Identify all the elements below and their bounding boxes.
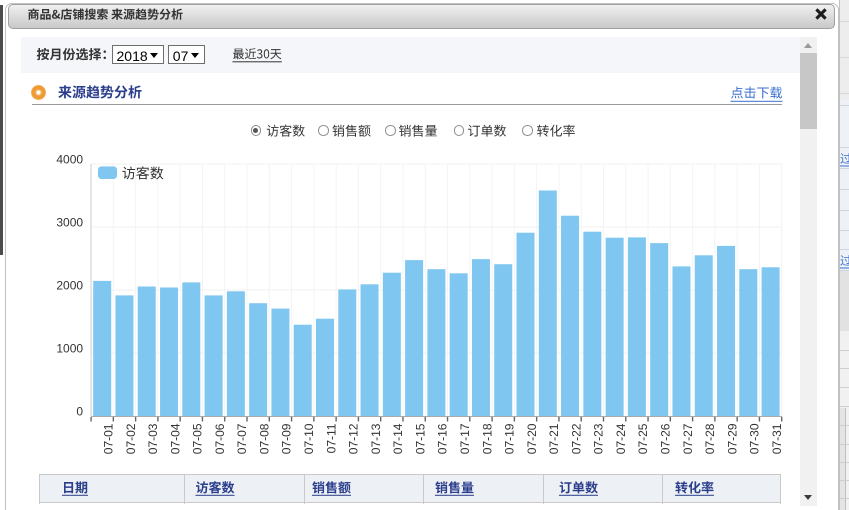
svg-text:07-12: 07-12 xyxy=(347,423,361,454)
svg-text:07-02: 07-02 xyxy=(124,423,138,454)
svg-text:07-24: 07-24 xyxy=(614,423,628,454)
svg-text:0: 0 xyxy=(76,404,83,418)
svg-text:07-26: 07-26 xyxy=(658,423,672,454)
svg-text:07-30: 07-30 xyxy=(748,423,762,454)
svg-text:07-18: 07-18 xyxy=(480,423,494,454)
svg-text:07-07: 07-07 xyxy=(235,423,249,454)
svg-text:07-10: 07-10 xyxy=(302,423,316,454)
svg-text:07-31: 07-31 xyxy=(770,423,784,454)
svg-text:3000: 3000 xyxy=(56,215,83,229)
svg-text:07-29: 07-29 xyxy=(725,423,739,454)
svg-text:4000: 4000 xyxy=(56,152,83,166)
svg-text:07-08: 07-08 xyxy=(257,423,271,454)
svg-text:07-23: 07-23 xyxy=(592,423,606,454)
svg-text:07-03: 07-03 xyxy=(146,423,160,454)
svg-text:07-04: 07-04 xyxy=(168,423,182,454)
svg-text:07-06: 07-06 xyxy=(213,423,227,454)
svg-text:07-16: 07-16 xyxy=(436,423,450,454)
svg-text:07-14: 07-14 xyxy=(391,423,405,454)
svg-text:07-13: 07-13 xyxy=(369,423,383,454)
svg-text:07-15: 07-15 xyxy=(413,423,427,454)
svg-text:07-20: 07-20 xyxy=(525,423,539,454)
svg-text:07-25: 07-25 xyxy=(636,423,650,454)
svg-text:2000: 2000 xyxy=(56,278,83,292)
svg-text:07-22: 07-22 xyxy=(569,423,583,454)
svg-text:1000: 1000 xyxy=(56,341,83,355)
svg-text:07-01: 07-01 xyxy=(101,423,115,454)
svg-text:07-21: 07-21 xyxy=(547,423,561,454)
svg-text:07-09: 07-09 xyxy=(280,423,294,454)
svg-text:07-19: 07-19 xyxy=(503,423,517,454)
svg-text:07-11: 07-11 xyxy=(324,423,338,453)
svg-text:07-27: 07-27 xyxy=(681,423,695,454)
svg-text:07-28: 07-28 xyxy=(703,423,717,454)
svg-text:07-17: 07-17 xyxy=(458,423,472,454)
svg-text:07-05: 07-05 xyxy=(191,423,205,454)
